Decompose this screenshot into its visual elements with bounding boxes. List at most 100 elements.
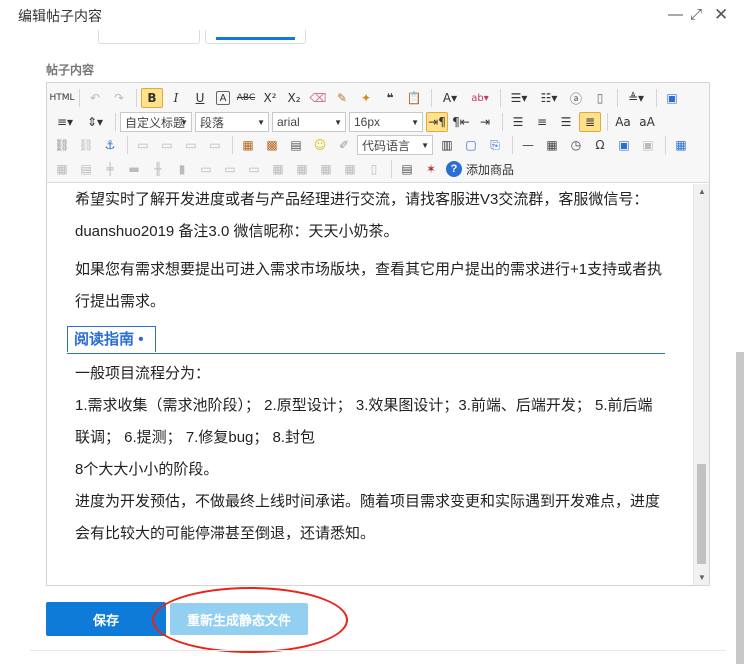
magic-wand-icon[interactable]: ✦	[355, 88, 377, 108]
separator	[502, 113, 503, 131]
rtl-direction-icon[interactable]: ¶⇤	[450, 112, 472, 132]
chevron-down-icon: ▼	[257, 118, 265, 127]
line-height-icon[interactable]: ≜▾	[622, 88, 650, 108]
align-justify-icon[interactable]: ≣	[579, 112, 601, 132]
close-icon[interactable]: ✕	[714, 6, 728, 23]
blockquote-icon[interactable]: ❝	[379, 88, 401, 108]
merge-cells-icon[interactable]: ▭	[195, 159, 217, 179]
ordered-list-icon[interactable]: ☰▾	[505, 88, 533, 108]
image-left-icon[interactable]: ▭	[156, 135, 178, 155]
lowercase-icon[interactable]: aA	[636, 112, 658, 132]
cell-props-icon[interactable]: ▯	[363, 159, 385, 179]
top-tab-button[interactable]	[98, 30, 200, 44]
delete-table-icon[interactable]: ▦	[51, 159, 73, 179]
insert-image-icon[interactable]: ▩	[261, 135, 283, 155]
indent-icon[interactable]: ⇥	[474, 112, 496, 132]
custom-title-value: 自定义标题	[125, 115, 186, 130]
paste-icon[interactable]: 📋	[403, 88, 425, 108]
insert-table-icon[interactable]: ▦	[670, 135, 692, 155]
horizontal-rule-icon[interactable]: —	[517, 135, 539, 155]
link-icon[interactable]: ⛓	[51, 135, 73, 155]
insert-paragraph-before-table-icon[interactable]: ▤	[75, 159, 97, 179]
delete-col-icon[interactable]: ▮	[171, 159, 193, 179]
html-source-icon[interactable]: HTML	[49, 88, 74, 108]
ltr-direction-icon[interactable]: ⇥¶	[426, 112, 448, 132]
add-product-button[interactable]: ? 添加商品	[446, 161, 514, 178]
editor-content[interactable]: 希望实时了解开发进度或者与产品经理进行交流，请找客服进V3交流群，客服微信号：d…	[47, 184, 693, 585]
chevron-down-icon: ▼	[180, 118, 188, 127]
anchor-icon[interactable]: ⚓	[99, 135, 121, 155]
template-icon[interactable]: ▥	[436, 135, 458, 155]
maximize-icon[interactable]: ⤢	[690, 7, 702, 23]
superscript-icon[interactable]: X²	[259, 88, 281, 108]
anchor-text-icon[interactable]: ⓐ	[565, 88, 587, 108]
code-language-select[interactable]: 代码语言 ▼	[357, 135, 433, 155]
separator	[500, 89, 501, 107]
font-family-select[interactable]: arial ▼	[272, 112, 346, 132]
align-right-icon[interactable]: ☰	[555, 112, 577, 132]
emotion-icon[interactable]: ☺	[309, 135, 331, 155]
print-preview-icon[interactable]: ▤	[396, 159, 418, 179]
font-size-select[interactable]: 16px ▼	[349, 112, 423, 132]
top-tab-button-active[interactable]	[205, 30, 306, 44]
split-rows-icon[interactable]: ▦	[291, 159, 313, 179]
simple-upload-icon[interactable]: ▦	[237, 135, 259, 155]
image-center-icon[interactable]: ▭	[204, 135, 226, 155]
delete-row-icon[interactable]: ▬	[123, 159, 145, 179]
font-border-icon[interactable]: A	[216, 91, 230, 105]
regenerate-static-files-button[interactable]: 重新生成静态文件	[170, 603, 308, 635]
time-icon[interactable]: ◷	[565, 135, 587, 155]
preview-icon[interactable]: ▣	[661, 88, 683, 108]
split-cols-icon[interactable]: ▦	[315, 159, 337, 179]
separator	[391, 160, 392, 178]
align-center-icon[interactable]: ≡	[531, 112, 553, 132]
align-left-icon[interactable]: ☰	[507, 112, 529, 132]
date-icon[interactable]: ▦	[541, 135, 563, 155]
merge-right-icon[interactable]: ▭	[219, 159, 241, 179]
editor-scrollbar[interactable]: ▲ ▼	[693, 184, 709, 585]
unlink-icon[interactable]: ⛓	[75, 135, 97, 155]
background-icon[interactable]: ▢	[460, 135, 482, 155]
format-brush-icon[interactable]: ✎	[331, 88, 353, 108]
window-scrollbar-thumb[interactable]	[736, 352, 744, 664]
print-icon[interactable]: ▣	[637, 135, 659, 155]
image-right-icon[interactable]: ▭	[180, 135, 202, 155]
custom-title-select[interactable]: 自定义标题 ▼	[120, 112, 192, 132]
font-color-icon[interactable]: A▾	[436, 88, 464, 108]
special-chars-icon[interactable]: Ω	[589, 135, 611, 155]
scroll-up-icon[interactable]: ▲	[698, 187, 706, 196]
search-replace-icon[interactable]: ▣	[613, 135, 635, 155]
save-button[interactable]: 保存	[46, 602, 166, 636]
merge-down-icon[interactable]: ▭	[243, 159, 265, 179]
redo-icon[interactable]: ↷	[108, 88, 130, 108]
heading-icon[interactable]: ≡▾	[51, 112, 79, 132]
split-cells-icon[interactable]: ▦	[267, 159, 289, 179]
content-paragraph: 如果您有需求想要提出可进入需求市场版块，查看其它用户提出的需求进行+1支持或者执…	[75, 261, 663, 310]
row-spacing-icon[interactable]: ⇕▾	[81, 112, 109, 132]
italic-icon[interactable]: I	[165, 88, 187, 108]
bold-icon[interactable]: B	[141, 88, 163, 108]
underline-icon[interactable]: U	[189, 88, 211, 108]
image-none-icon[interactable]: ▭	[132, 135, 154, 155]
map-icon[interactable]: ✶	[420, 159, 442, 179]
scroll-down-icon[interactable]: ▼	[698, 573, 706, 582]
scroll-thumb[interactable]	[697, 464, 706, 564]
paragraph-select[interactable]: 段落 ▼	[195, 112, 269, 132]
minimize-icon[interactable]: —	[668, 7, 683, 23]
undo-icon[interactable]: ↶	[84, 88, 106, 108]
insert-row-icon[interactable]: ╪	[99, 159, 121, 179]
unordered-list-icon[interactable]: ☷▾	[535, 88, 563, 108]
subscript-icon[interactable]: X₂	[283, 88, 305, 108]
table-props-icon[interactable]: ▦	[339, 159, 361, 179]
video-icon[interactable]: ▤	[285, 135, 307, 155]
strikethrough-icon[interactable]: ABC	[235, 88, 257, 108]
attachment-icon[interactable]: ⎘	[484, 135, 506, 155]
chevron-down-icon: ▼	[334, 118, 342, 127]
scrawl-icon[interactable]: ✐	[333, 135, 355, 155]
insert-col-icon[interactable]: ╫	[147, 159, 169, 179]
highlight-color-icon[interactable]: ab▾	[466, 88, 494, 108]
document-icon[interactable]: ▯	[589, 88, 611, 108]
eraser-icon[interactable]: ⌫	[307, 88, 329, 108]
rich-text-editor[interactable]: HTML ↶ ↷ B I U A ABC X² X₂ ⌫ ✎ ✦ ❝ 📋 A▾ …	[46, 82, 710, 586]
uppercase-icon[interactable]: Aa	[612, 112, 634, 132]
